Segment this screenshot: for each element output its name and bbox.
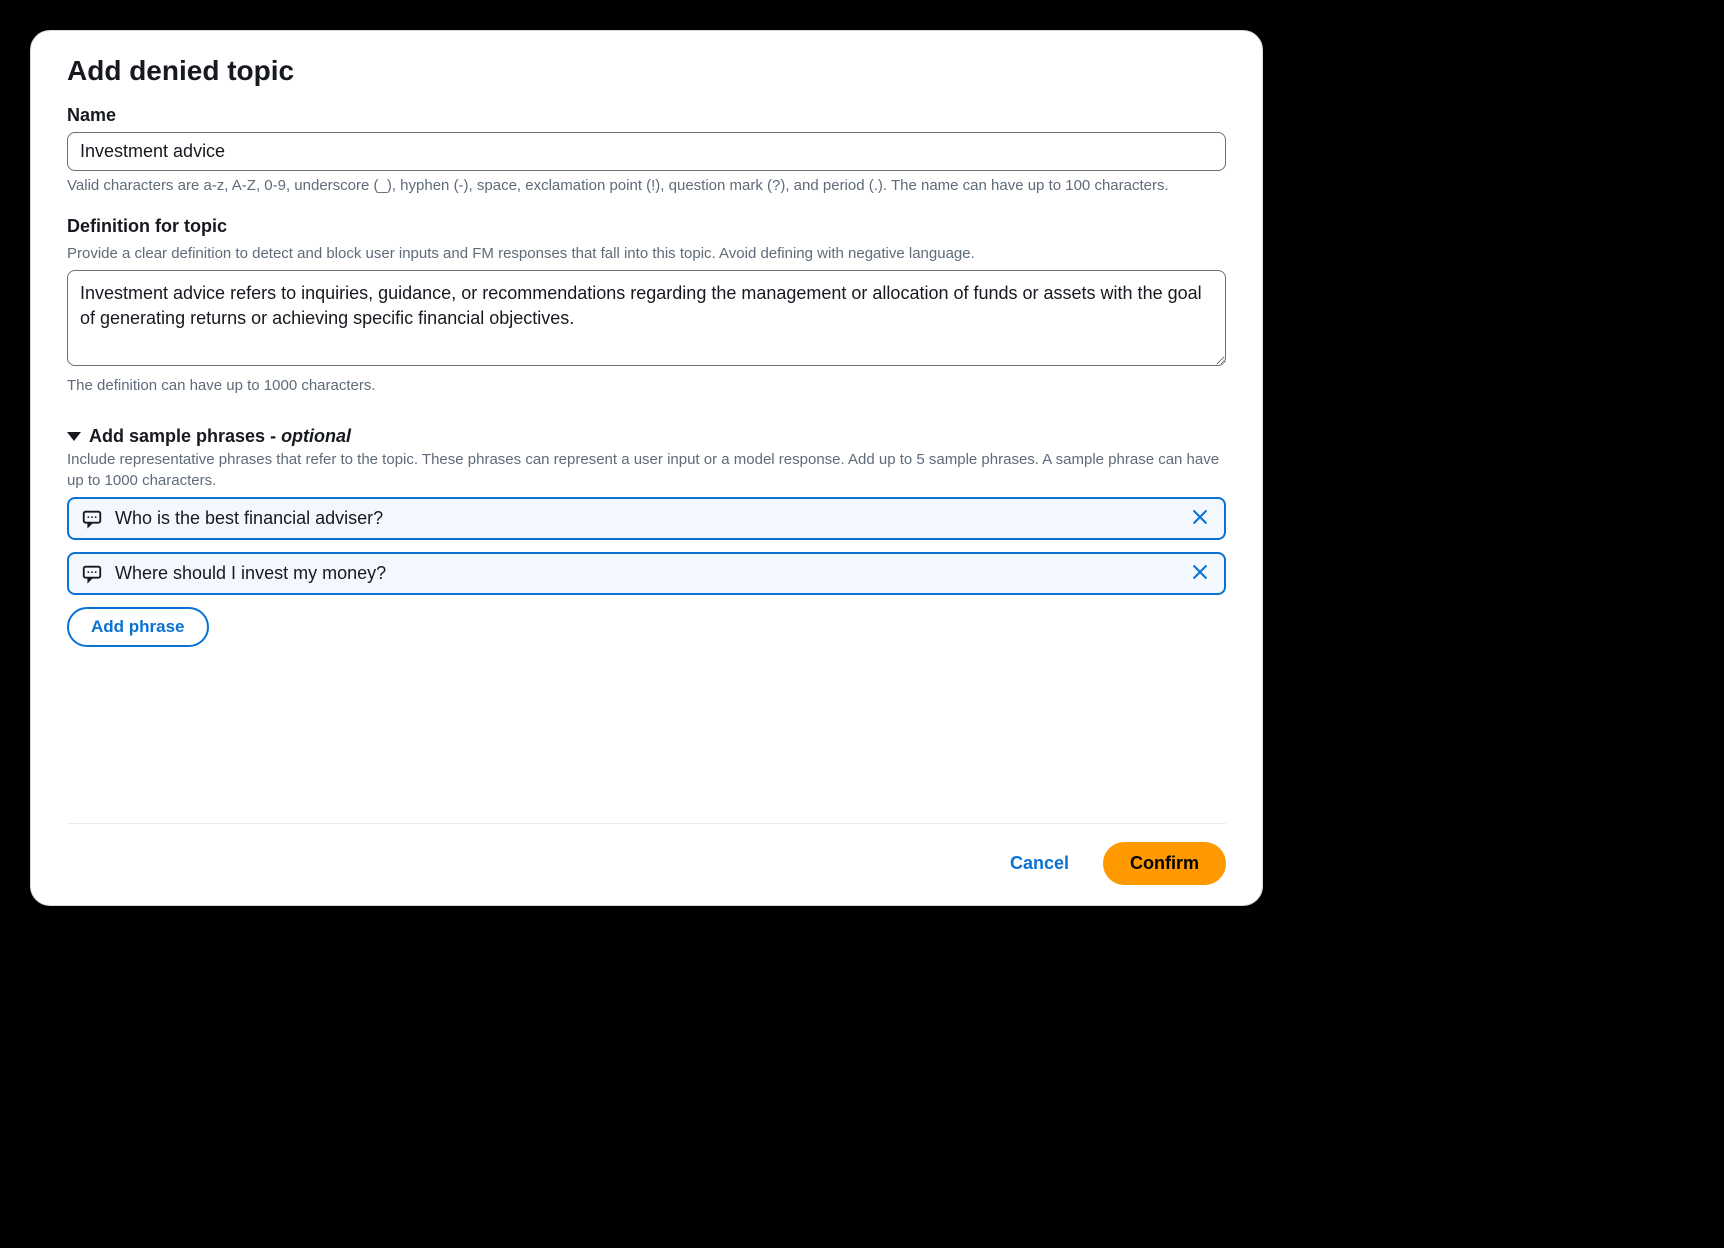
name-label: Name [67,105,1226,126]
sample-phrase-row [67,552,1226,595]
sample-phrases-toggle[interactable]: Add sample phrases - optional [67,426,1226,447]
caret-down-icon [67,432,81,441]
sample-phrase-row [67,497,1226,540]
close-icon [1190,562,1210,585]
definition-helper: The definition can have up to 1000 chara… [67,375,1226,396]
definition-field-group: Definition for topic Provide a clear def… [67,216,1226,396]
sample-phrases-title: Add sample phrases - optional [89,426,351,447]
remove-phrase-button[interactable] [1188,505,1212,532]
dialog-title: Add denied topic [67,55,1226,87]
phrases-container [67,497,1226,595]
cancel-button[interactable]: Cancel [996,843,1083,884]
dialog-footer: Cancel Confirm [67,823,1226,885]
definition-label: Definition for topic [67,216,1226,237]
close-icon [1190,507,1210,530]
add-phrase-button[interactable]: Add phrase [67,607,209,647]
confirm-button[interactable]: Confirm [1103,842,1226,885]
definition-description: Provide a clear definition to detect and… [67,243,1226,264]
sample-phrases-description: Include representative phrases that refe… [67,449,1226,491]
sample-phrases-section: Add sample phrases - optional Include re… [67,416,1226,647]
name-input[interactable] [67,132,1226,171]
chat-bubble-icon [81,508,103,530]
remove-phrase-button[interactable] [1188,560,1212,587]
chat-bubble-icon [81,563,103,585]
sample-phrase-input[interactable] [115,561,1188,586]
sample-phrase-input[interactable] [115,506,1188,531]
sample-phrases-title-suffix: optional [281,426,351,446]
add-denied-topic-dialog: Add denied topic Name Valid characters a… [30,30,1263,906]
name-field-group: Name Valid characters are a-z, A-Z, 0-9,… [67,105,1226,196]
name-helper: Valid characters are a-z, A-Z, 0-9, unde… [67,175,1226,196]
definition-textarea[interactable] [67,270,1226,366]
sample-phrases-title-prefix: Add sample phrases - [89,426,281,446]
